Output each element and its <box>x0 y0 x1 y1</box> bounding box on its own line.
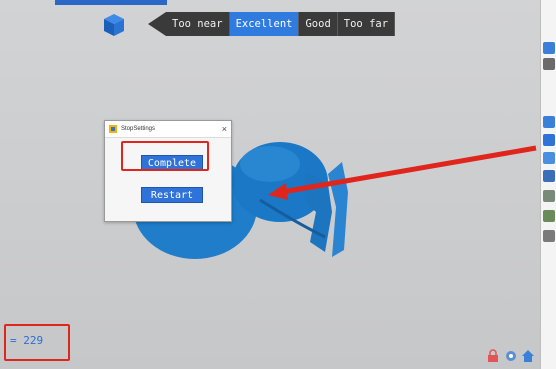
grid-icon[interactable] <box>543 190 555 202</box>
chart-icon[interactable] <box>543 210 555 222</box>
right-tool-panel <box>540 0 556 369</box>
app-icon <box>109 125 117 133</box>
stop-settings-dialog: StopSettings × Complete Restart <box>104 120 232 222</box>
distance-too-far: Too far <box>337 12 396 36</box>
restart-button[interactable]: Restart <box>141 187 203 203</box>
top-tab-strip <box>55 0 167 5</box>
square-icon[interactable] <box>543 134 555 146</box>
flag-icon[interactable] <box>543 42 555 54</box>
distance-arrow-icon <box>148 12 166 36</box>
home-icon[interactable] <box>521 349 535 363</box>
layers-icon[interactable] <box>543 170 555 182</box>
rotate-icon[interactable] <box>543 152 555 164</box>
distance-too-near: Too near <box>166 12 230 36</box>
complete-highlight-box <box>121 141 209 171</box>
dialog-titlebar: StopSettings × <box>105 121 231 138</box>
settings-icon[interactable] <box>504 349 518 363</box>
flag-icon[interactable] <box>543 116 555 128</box>
dialog-title: StopSettings <box>121 126 156 132</box>
distance-excellent: Excellent <box>229 12 300 36</box>
distance-good: Good <box>299 12 338 36</box>
download-icon[interactable] <box>543 230 555 242</box>
lock-icon[interactable] <box>486 349 500 363</box>
minus-icon[interactable] <box>543 58 555 70</box>
distance-indicator: Too near Excellent Good Too far <box>148 12 396 36</box>
close-icon[interactable]: × <box>222 124 227 134</box>
point-counter: = 229 <box>10 334 44 347</box>
view-cube-icon[interactable] <box>103 13 125 37</box>
